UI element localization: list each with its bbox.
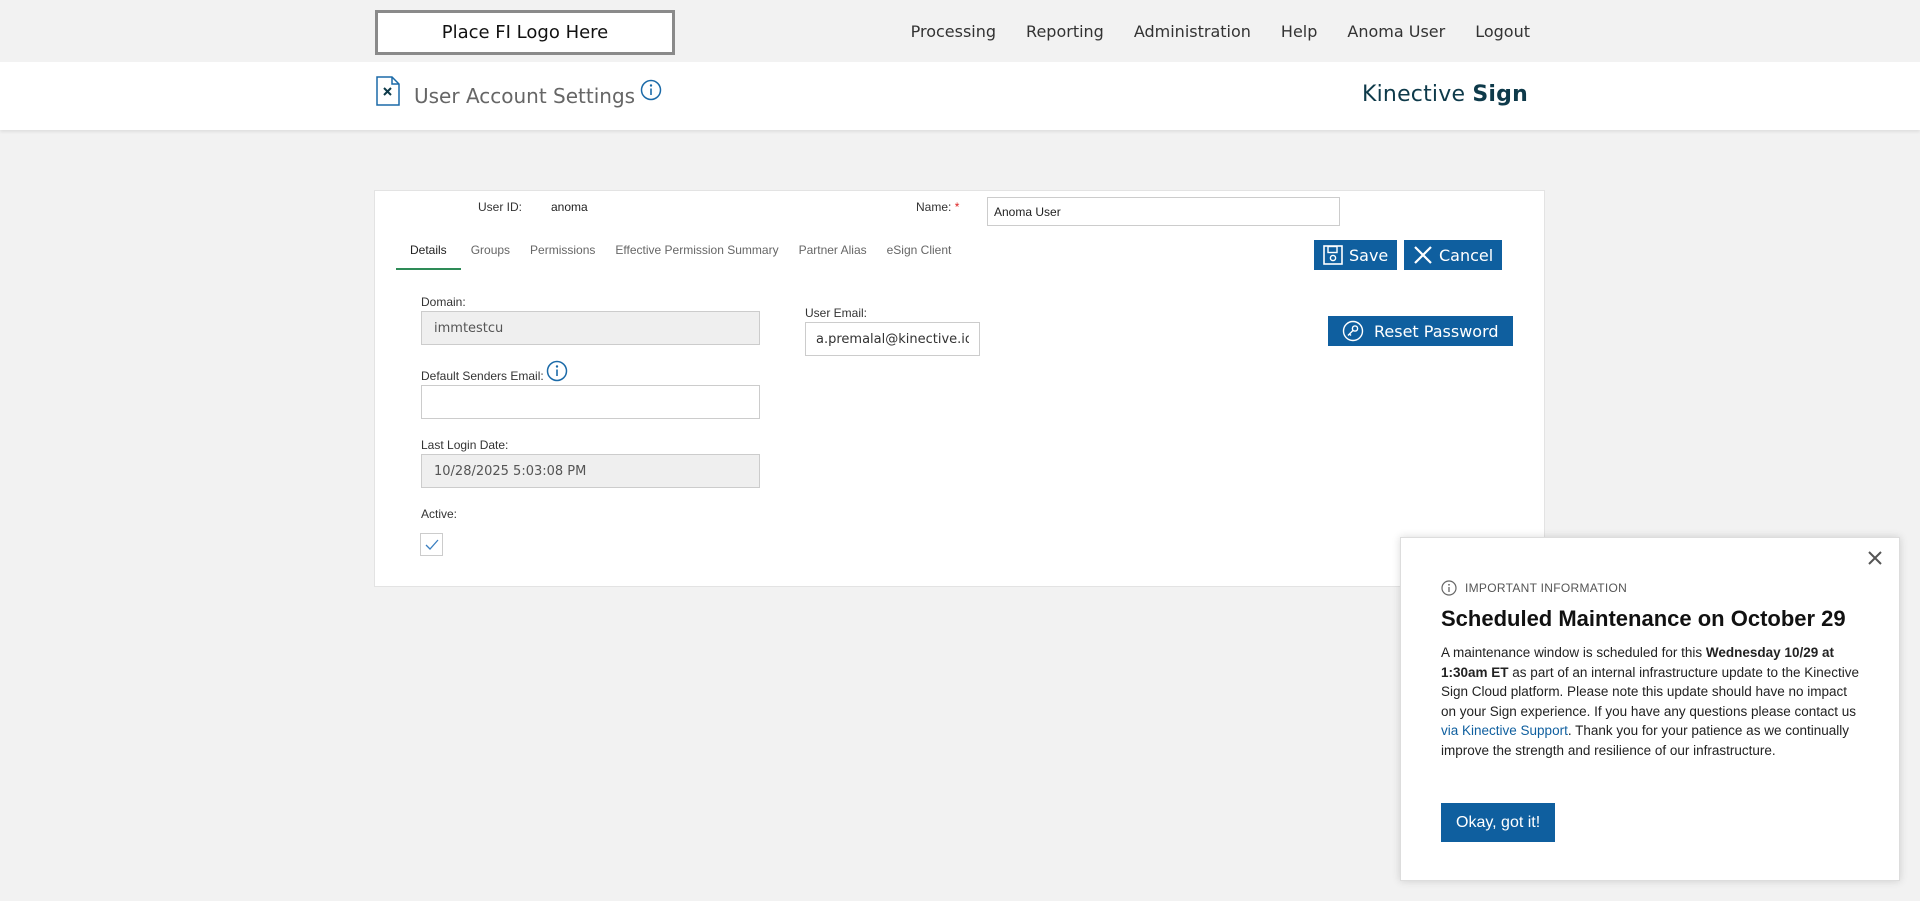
nav-reporting[interactable]: Reporting <box>1026 22 1104 41</box>
active-label: Active: <box>421 507 458 521</box>
top-bar: Place FI Logo Here Processing Reporting … <box>0 0 1920 62</box>
notice-title: Scheduled Maintenance on October 29 <box>1441 606 1846 631</box>
required-marker: * <box>954 200 960 214</box>
user-id-label: User ID: <box>478 200 523 214</box>
okay-got-it-button[interactable]: Okay, got it! <box>1441 803 1556 842</box>
name-input[interactable] <box>987 197 1340 226</box>
fi-logo-placeholder[interactable]: Place FI Logo Here <box>375 10 675 55</box>
close-icon[interactable] <box>1865 548 1885 568</box>
reset-password-button[interactable]: Reset Password <box>1328 316 1513 346</box>
nav-administration[interactable]: Administration <box>1134 22 1251 41</box>
domain-label: Domain: <box>421 295 466 309</box>
page-header <box>0 62 1920 130</box>
user-email-input[interactable] <box>805 322 980 356</box>
notice-kicker: IMPORTANT INFORMATION <box>1441 580 1627 596</box>
floppy-disk-icon <box>1323 245 1343 265</box>
name-label: Name: * <box>916 200 960 214</box>
main-nav: Processing Reporting Administration Help… <box>911 22 1530 41</box>
notice-body: A maintenance window is scheduled for th… <box>1441 645 1859 758</box>
user-email-label: User Email: <box>805 306 868 320</box>
tab-partner-alias[interactable]: Partner Alias <box>789 240 877 270</box>
key-icon <box>1342 320 1364 342</box>
info-icon <box>1441 580 1457 596</box>
checkmark-icon <box>425 539 438 550</box>
default-senders-email-input[interactable] <box>421 385 760 419</box>
info-icon[interactable] <box>546 360 568 382</box>
close-icon <box>1414 246 1432 264</box>
tab-groups[interactable]: Groups <box>461 240 520 270</box>
nav-user-menu[interactable]: Anoma User <box>1347 22 1445 41</box>
brand-logo: Kinective Sign <box>1361 82 1528 107</box>
last-login-label: Last Login Date: <box>421 438 509 452</box>
tab-effective-permission-summary[interactable]: Effective Permission Summary <box>605 240 788 270</box>
cancel-button[interactable]: Cancel <box>1404 240 1503 270</box>
last-login-field: 10/28/2025 5:03:08 PM <box>421 454 760 488</box>
tab-permissions[interactable]: Permissions <box>520 240 605 270</box>
maintenance-notice-popup: IMPORTANT INFORMATION Scheduled Maintena… <box>1400 537 1900 881</box>
user-id-value: anoma <box>551 200 588 214</box>
document-settings-icon <box>376 76 400 106</box>
save-button[interactable]: Save <box>1314 240 1398 270</box>
nav-processing[interactable]: Processing <box>911 22 996 41</box>
default-senders-email-label: Default Senders Email: <box>421 369 544 383</box>
nav-help[interactable]: Help <box>1281 22 1317 41</box>
kinective-support-link[interactable]: via Kinective Support <box>1441 723 1568 738</box>
nav-logout[interactable]: Logout <box>1475 22 1530 41</box>
tab-esign-client[interactable]: eSign Client <box>877 240 962 270</box>
domain-field: immtestcu <box>421 311 760 345</box>
tab-details[interactable]: Details <box>396 240 461 270</box>
active-checkbox[interactable] <box>420 533 443 556</box>
page-title: User Account Settings <box>414 84 636 108</box>
tab-bar: Details Groups Permissions Effective Per… <box>396 240 961 270</box>
info-icon[interactable] <box>640 79 662 101</box>
